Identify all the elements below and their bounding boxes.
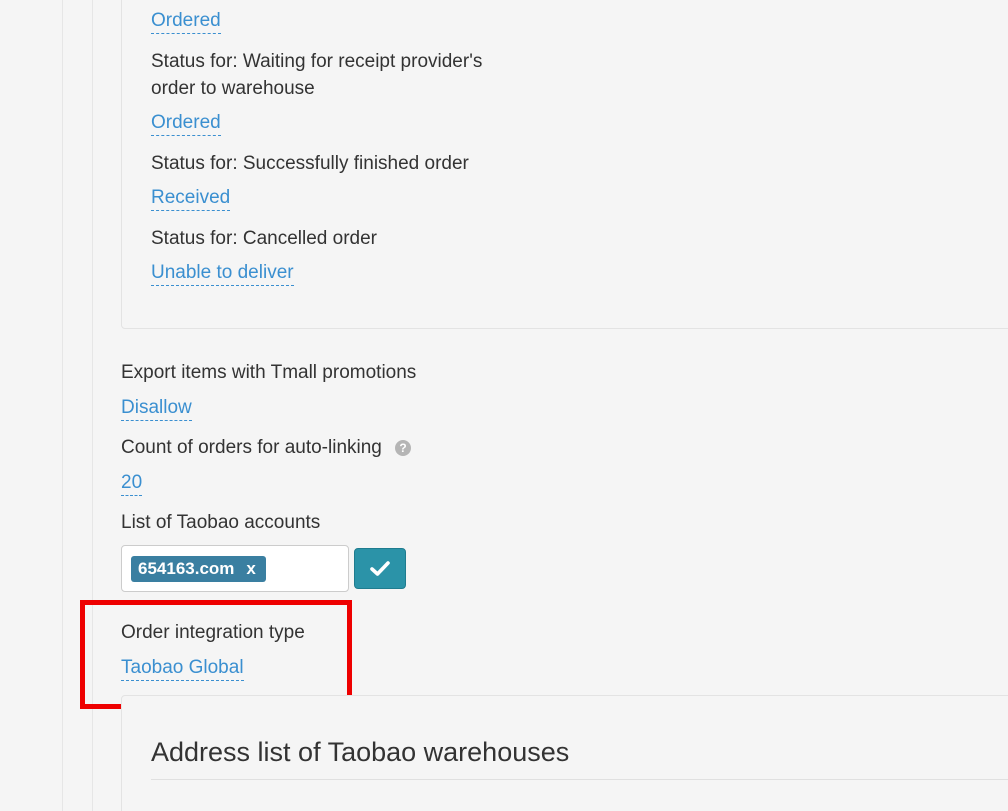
auto-linking-label: Count of orders for auto-linking [121, 437, 382, 458]
auto-linking-value[interactable]: 20 [121, 471, 143, 496]
status-value-ordered-waiting[interactable]: Ordered [151, 111, 221, 136]
tag-remove-icon[interactable]: x [246, 559, 255, 578]
status-label-finished: Status for: Successfully finished order [151, 153, 469, 174]
status-label-line: Status for: Waiting for receipt provider… [151, 51, 483, 99]
status-value-unable-to-deliver[interactable]: Unable to deliver [151, 261, 294, 286]
account-tag: 654163.com x [131, 556, 266, 582]
status-value-received[interactable]: Received [151, 186, 231, 211]
settings-page: Ordered Status for: Waiting for receipt … [0, 0, 1008, 811]
status-label-waiting-receipt: Status for: Waiting for receipt provider… [151, 48, 482, 102]
warehouse-section-title: Address list of Taobao warehouses [151, 737, 570, 767]
confirm-accounts-button[interactable] [354, 548, 406, 589]
account-tag-text: 654163.com [138, 559, 235, 578]
check-icon [370, 561, 390, 576]
highlight-annotation-box [80, 600, 352, 709]
status-label-cancelled: Status for: Cancelled order [151, 228, 378, 249]
question-circle-icon[interactable]: ? [395, 440, 411, 456]
taobao-accounts-input[interactable]: 654163.com x [121, 545, 349, 592]
gutter-divider [62, 0, 63, 811]
status-value-ordered[interactable]: Ordered [151, 9, 221, 34]
tmall-promotions-label: Export items with Tmall promotions [121, 362, 417, 383]
taobao-accounts-label: List of Taobao accounts [121, 512, 321, 533]
tmall-promotions-value[interactable]: Disallow [121, 396, 192, 421]
section-divider [151, 779, 1008, 780]
